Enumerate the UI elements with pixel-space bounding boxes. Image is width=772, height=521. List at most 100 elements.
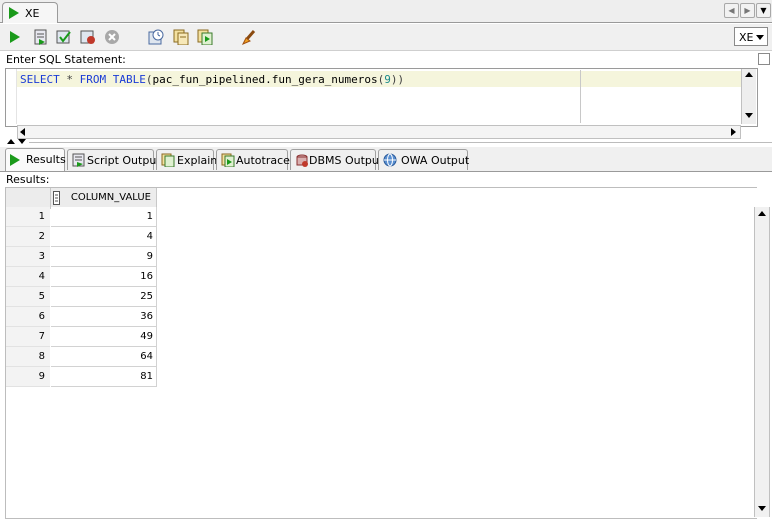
cell-value: 49 (140, 331, 153, 342)
editor-gutter (6, 69, 17, 124)
row-number-cell[interactable]: 9 (6, 367, 50, 387)
table-row[interactable]: 6 36 (6, 307, 157, 327)
row-number: 2 (38, 231, 45, 242)
tab-explain-label: Explain (177, 154, 218, 167)
tab-explain[interactable]: Explain (156, 149, 218, 170)
cell-value: 1 (146, 211, 153, 222)
worksheet-toolbar: XE (0, 24, 772, 51)
sql-token-close-parens: )) (390, 73, 405, 86)
column-value-cell[interactable]: 36 (51, 307, 157, 327)
connection-select[interactable]: XE (734, 27, 768, 46)
row-number-cell[interactable]: 4 (6, 267, 50, 287)
results-label: Results: (6, 173, 50, 186)
row-number: 6 (38, 311, 45, 322)
sql-number-literal: 9 (384, 73, 391, 86)
grid-corner-header[interactable] (6, 188, 60, 208)
sql-statement-text[interactable]: SELECT * FROM TABLE(pac_fun_pipelined.fu… (20, 73, 404, 86)
column-header-column-value[interactable]: COLUMN_VALUE (51, 188, 157, 208)
tab-list-dropdown-button[interactable]: ▼ (756, 3, 771, 18)
autotrace-icon (221, 153, 235, 167)
column-value-cell[interactable]: 1 (51, 207, 157, 227)
tab-autotrace-label: Autotrace (236, 154, 290, 167)
sql-token-star: * (59, 73, 80, 86)
sql-editor-label: Enter SQL Statement: (6, 53, 126, 66)
scroll-right-icon[interactable] (731, 128, 736, 136)
column-value-cell[interactable]: 4 (51, 227, 157, 247)
row-number-cell[interactable]: 2 (6, 227, 50, 247)
editor-vertical-scrollbar[interactable] (741, 69, 756, 124)
cell-value: 9 (146, 251, 153, 262)
scroll-down-icon[interactable] (745, 113, 753, 118)
editor-horizontal-scrollbar[interactable] (17, 125, 741, 139)
row-number-cell[interactable]: 7 (6, 327, 50, 347)
editor-tab-label: XE (25, 7, 40, 20)
column-value-cell[interactable]: 81 (51, 367, 157, 387)
table-row[interactable]: 8 64 (6, 347, 157, 367)
results-vertical-scrollbar[interactable] (754, 207, 770, 517)
row-number-cell[interactable]: 8 (6, 347, 50, 367)
table-row[interactable]: 11 (6, 207, 157, 227)
table-row[interactable]: 4 16 (6, 267, 157, 287)
explain-plan-icon[interactable] (197, 29, 213, 46)
table-row[interactable]: 9 81 (6, 367, 157, 387)
cancel-icon[interactable] (104, 29, 120, 45)
row-number: 9 (38, 371, 45, 382)
tab-autotrace[interactable]: Autotrace (216, 149, 290, 170)
run-script-icon[interactable] (33, 29, 49, 45)
tab-owa-output[interactable]: OWA Output (378, 149, 470, 170)
table-row[interactable]: 39 (6, 247, 157, 267)
cell-value: 16 (140, 271, 153, 282)
tab-script-output[interactable]: Script Output (67, 149, 161, 170)
row-number: 3 (38, 251, 45, 262)
chevron-down-icon (756, 35, 764, 40)
row-number: 5 (38, 291, 45, 302)
cell-value: 64 (140, 351, 153, 362)
scroll-up-icon[interactable] (745, 72, 753, 77)
sql-keyword-from: FROM (79, 73, 107, 86)
run-statement-icon[interactable] (8, 29, 24, 45)
scroll-left-icon[interactable] (20, 128, 25, 136)
scroll-up-icon[interactable] (758, 211, 766, 216)
collapse-down-icon[interactable] (18, 139, 26, 144)
result-tabs-bar: Results Script Output Explain Autotrace … (0, 147, 772, 172)
column-value-cell[interactable]: 16 (51, 267, 157, 287)
table-row[interactable]: 24 (6, 227, 157, 247)
tab-results[interactable]: Results (5, 148, 66, 171)
maximize-editor-checkbox[interactable] (758, 53, 770, 65)
collapse-up-icon[interactable] (7, 139, 15, 144)
results-play-icon (10, 154, 20, 166)
dbms-output-icon (296, 154, 308, 167)
editor-tab-xe[interactable]: XE (2, 2, 58, 23)
sql-keyword-table: TABLE (112, 73, 146, 86)
globe-icon (383, 153, 397, 167)
column-value-cell[interactable]: 64 (51, 347, 157, 367)
row-number: 8 (38, 351, 45, 362)
sql-token-open-paren: ( (145, 73, 153, 86)
column-value-cell[interactable]: 49 (51, 327, 157, 347)
tab-scroll-right-button[interactable]: ▶ (740, 3, 755, 18)
unshared-worksheet-icon[interactable] (173, 29, 189, 46)
table-row[interactable]: 5 25 (6, 287, 157, 307)
editor-results-splitter[interactable] (5, 139, 772, 145)
tab-dbms-output[interactable]: DBMS Output (290, 149, 383, 170)
scroll-down-icon[interactable] (758, 506, 766, 511)
column-value-cell[interactable]: 25 (51, 287, 157, 307)
right-margin-line (580, 70, 581, 123)
rollback-icon[interactable] (80, 29, 96, 45)
tab-scroll-left-button[interactable]: ◀ (724, 3, 739, 18)
tab-owa-output-label: OWA Output (401, 154, 470, 167)
sql-history-icon[interactable] (148, 29, 164, 45)
table-row[interactable]: 7 49 (6, 327, 157, 347)
row-number-cell[interactable]: 3 (6, 247, 50, 267)
sql-function-name: pac_fun_pipelined.fun_gera_numeros (152, 73, 378, 86)
cell-value: 81 (140, 371, 153, 382)
commit-icon[interactable] (56, 29, 72, 45)
tab-script-output-label: Script Output (87, 154, 161, 167)
tab-dbms-output-label: DBMS Output (309, 154, 384, 167)
row-number-cell[interactable]: 1 (6, 207, 50, 227)
row-number: 7 (38, 331, 45, 342)
row-number-cell[interactable]: 6 (6, 307, 50, 327)
row-number-cell[interactable]: 5 (6, 287, 50, 307)
column-value-cell[interactable]: 9 (51, 247, 157, 267)
clear-icon[interactable] (241, 29, 257, 45)
